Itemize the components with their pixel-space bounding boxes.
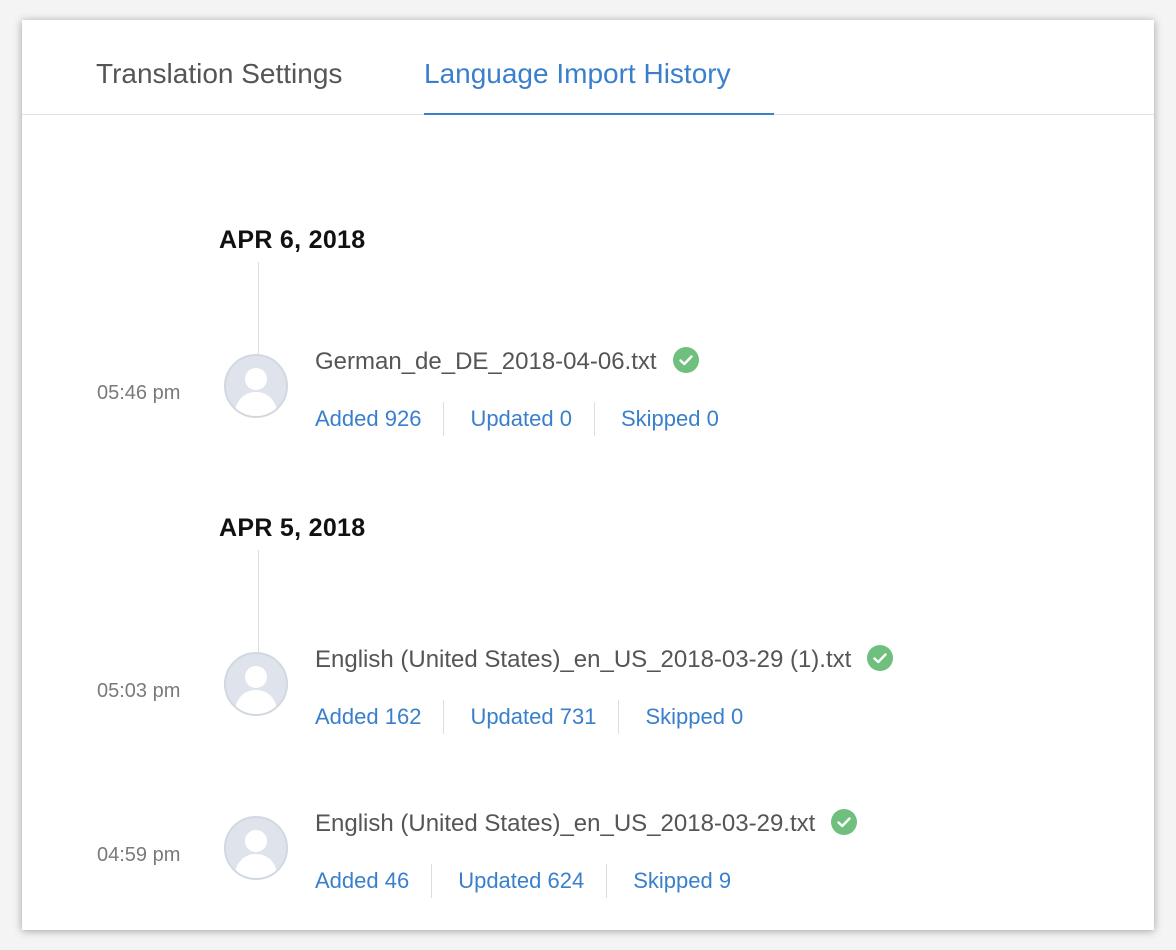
added-count-link[interactable]: Added 162: [315, 704, 421, 730]
timeline-connector: [258, 550, 259, 652]
added-count-link[interactable]: Added 46: [315, 868, 409, 894]
timeline-connector: [258, 262, 259, 354]
skipped-count-link[interactable]: Skipped 9: [633, 868, 731, 894]
divider: [443, 402, 445, 436]
user-silhouette-icon: [234, 666, 278, 714]
import-file: German_de_DE_2018-04-06.txt: [315, 347, 699, 376]
file-name: English (United States)_en_US_2018-03-29…: [315, 646, 852, 673]
import-history-panel: Translation Settings Language Import His…: [22, 20, 1154, 930]
check-circle-icon: [867, 645, 894, 671]
user-silhouette-icon: [234, 368, 278, 416]
import-stats: Added 162 Updated 731 Skipped 0: [315, 700, 743, 734]
import-file: English (United States)_en_US_2018-03-29…: [315, 645, 894, 674]
updated-count-link[interactable]: Updated 624: [458, 868, 584, 894]
user-avatar: [224, 816, 288, 880]
import-entry: 05:46 pm German_de_DE_2018-04-06.txt Add…: [22, 347, 1154, 444]
date-heading: APR 6, 2018: [219, 226, 366, 254]
divider: [606, 864, 608, 898]
import-file: English (United States)_en_US_2018-03-29…: [315, 809, 858, 838]
user-avatar: [224, 354, 288, 418]
import-entry: 04:59 pm English (United States)_en_US_2…: [22, 809, 1154, 906]
check-circle-icon: [831, 809, 858, 835]
import-time: 04:59 pm: [97, 844, 181, 866]
check-circle-icon: [672, 347, 699, 373]
date-heading: APR 5, 2018: [219, 514, 366, 542]
skipped-count-link[interactable]: Skipped 0: [645, 704, 743, 730]
user-silhouette-icon: [234, 830, 278, 878]
import-timeline: APR 6, 2018 05:46 pm German_de_DE_2018-0…: [22, 20, 1154, 930]
divider: [431, 864, 433, 898]
divider: [618, 700, 620, 734]
updated-count-link[interactable]: Updated 731: [470, 704, 596, 730]
updated-count-link[interactable]: Updated 0: [470, 406, 572, 432]
user-avatar: [224, 652, 288, 716]
import-stats: Added 46 Updated 624 Skipped 9: [315, 864, 731, 898]
file-name: English (United States)_en_US_2018-03-29…: [315, 810, 816, 837]
skipped-count-link[interactable]: Skipped 0: [621, 406, 719, 432]
import-time: 05:46 pm: [97, 382, 181, 404]
import-stats: Added 926 Updated 0 Skipped 0: [315, 402, 719, 436]
import-entry: 05:03 pm English (United States)_en_US_2…: [22, 645, 1154, 742]
file-name: German_de_DE_2018-04-06.txt: [315, 348, 657, 375]
divider: [593, 402, 595, 436]
import-time: 05:03 pm: [97, 680, 181, 702]
added-count-link[interactable]: Added 926: [315, 406, 421, 432]
divider: [443, 700, 445, 734]
